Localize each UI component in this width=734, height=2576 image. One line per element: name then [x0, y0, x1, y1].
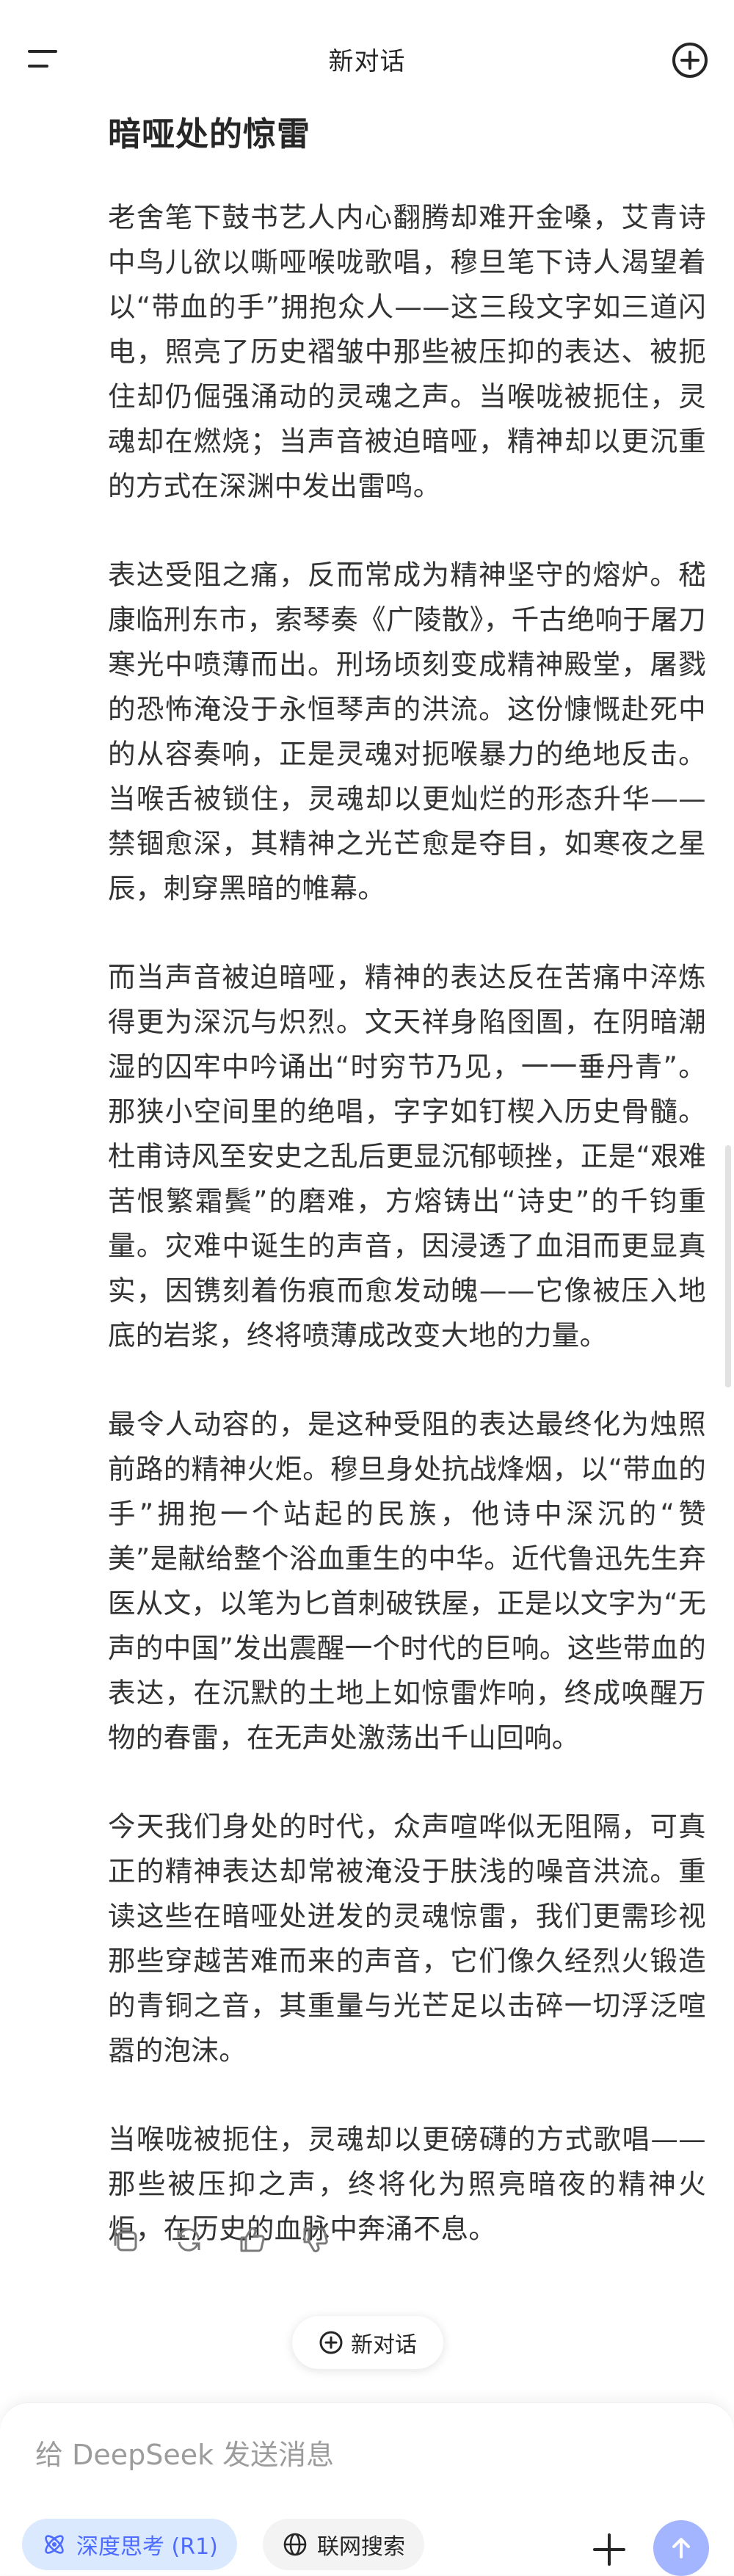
paragraph: 而当声音被迫暗哑，精神的表达反在苦痛中淬炼得更为深沉与炽烈。文天祥身陷囹圄，在阴…	[108, 961, 706, 1352]
atom-icon	[45, 2535, 64, 2554]
message-actions	[109, 2223, 332, 2260]
add-circle-icon	[319, 2331, 343, 2354]
paragraph: 最令人动容的，是这种受阻的表达最终化为烛照前路的精神火炬。穆旦身处抗战烽烟，以“…	[108, 1408, 706, 1754]
deep-think-toggle[interactable]: 深度思考 (R1)	[22, 2519, 237, 2570]
web-search-toggle[interactable]: 联网搜索	[263, 2519, 424, 2570]
thumbs-down-icon[interactable]	[298, 2223, 332, 2257]
top-bar: 新对话	[0, 0, 734, 117]
message-input[interactable]: 给 DeepSeek 发送消息	[35, 2432, 334, 2472]
new-chat-label: 新对话	[351, 2332, 417, 2358]
globe-icon	[283, 2533, 307, 2556]
send-button[interactable]	[653, 2520, 709, 2576]
new-chat-button[interactable]: 新对话	[292, 2316, 443, 2369]
page-title: 新对话	[328, 47, 406, 76]
new-chat-plus-icon[interactable]	[671, 41, 709, 79]
web-search-label: 联网搜索	[317, 2534, 405, 2560]
arrow-up-icon	[672, 2538, 690, 2558]
paragraph: 今天我们身处的时代，众声喧哗似无阻隔，可真正的精神表达却常被淹没于肤浅的噪音洪流…	[108, 1810, 706, 2067]
deep-think-label: 深度思考 (R1)	[76, 2534, 218, 2560]
message-composer: 给 DeepSeek 发送消息 深度思考 (R1) 联网搜索	[0, 2402, 734, 2576]
essay-title: 暗哑处的惊雷	[108, 115, 311, 153]
thumbs-up-icon[interactable]	[235, 2223, 269, 2257]
scrollbar[interactable]	[725, 1145, 731, 1387]
copy-icon[interactable]	[109, 2223, 142, 2257]
paragraph: 表达受阻之痛，反而常成为精神坚守的熔炉。嵇康临刑东市，索琴奏《广陵散》，千古绝响…	[108, 559, 706, 904]
paragraph: 老舍笔下鼓书艺人内心翻腾却难开金嗓，艾青诗中鸟儿欲以嘶哑喉咙歌唱，穆旦笔下诗人渴…	[108, 201, 706, 502]
attach-plus-icon[interactable]	[587, 2528, 631, 2572]
assistant-message: 暗哑处的惊雷 老舍笔下鼓书艺人内心翻腾却难开金嗓，艾青诗中鸟儿欲以嘶哑喉咙歌唱，…	[108, 109, 706, 2296]
regenerate-icon[interactable]	[172, 2223, 206, 2257]
